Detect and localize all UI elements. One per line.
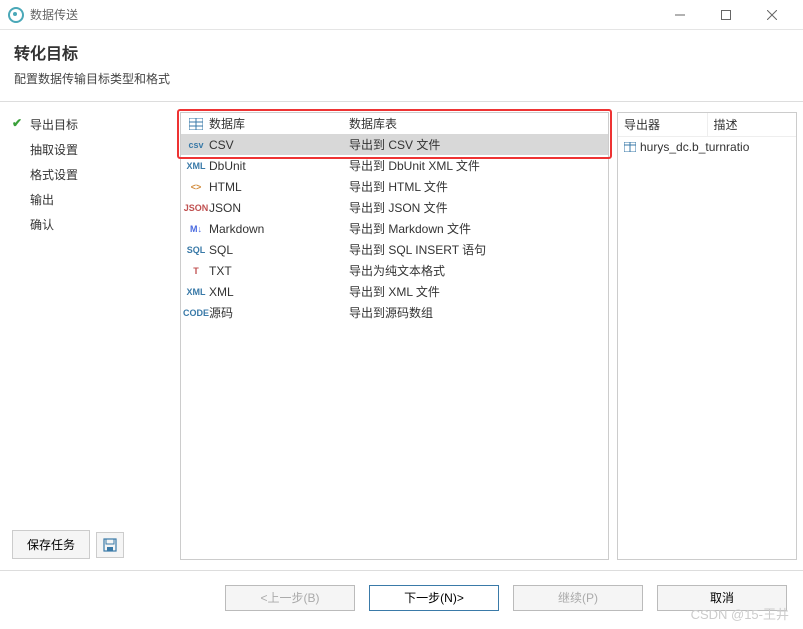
format-row-sql[interactable]: SQL SQL 导出到 SQL INSERT 语句 bbox=[181, 239, 608, 260]
body: 导出目标 抽取设置 格式设置 输出 确认 保存任务 数据库 数据库表 csv bbox=[0, 102, 803, 570]
page-title: 转化目标 bbox=[14, 40, 789, 64]
format-row-dbunit[interactable]: XML DbUnit 导出到 DbUnit XML 文件 bbox=[181, 155, 608, 176]
exporter-col-name: 导出器 bbox=[618, 113, 708, 136]
save-task-button[interactable]: 保存任务 bbox=[12, 530, 90, 559]
save-task-icon-button[interactable] bbox=[96, 532, 124, 558]
format-name: JSON bbox=[209, 201, 349, 215]
code-icon: CODE bbox=[187, 308, 205, 318]
page-header: 转化目标 配置数据传输目标类型和格式 bbox=[0, 30, 803, 102]
format-desc: 导出为纯文本格式 bbox=[349, 262, 602, 279]
save-icon bbox=[103, 538, 117, 552]
format-list: 数据库 数据库表 csv CSV 导出到 CSV 文件 XML DbUnit 导… bbox=[181, 113, 608, 323]
format-name: Markdown bbox=[209, 222, 349, 236]
step-extract-settings[interactable]: 抽取设置 bbox=[0, 137, 180, 162]
format-desc: 数据库表 bbox=[349, 115, 602, 132]
window-title: 数据传送 bbox=[30, 6, 657, 23]
database-icon bbox=[187, 118, 205, 130]
txt-icon: T bbox=[187, 266, 205, 276]
maximize-button[interactable] bbox=[703, 0, 749, 30]
close-button[interactable] bbox=[749, 0, 795, 30]
page-subtitle: 配置数据传输目标类型和格式 bbox=[14, 70, 789, 87]
format-name: DbUnit bbox=[209, 159, 349, 173]
step-label: 输出 bbox=[30, 193, 54, 207]
format-row-txt[interactable]: T TXT 导出为纯文本格式 bbox=[181, 260, 608, 281]
format-name: SQL bbox=[209, 243, 349, 257]
markdown-icon: M↓ bbox=[187, 224, 205, 234]
format-name: HTML bbox=[209, 180, 349, 194]
back-button[interactable]: <上一步(B) bbox=[225, 585, 355, 611]
sql-icon: SQL bbox=[187, 245, 205, 255]
wizard-steps-sidebar: 导出目标 抽取设置 格式设置 输出 确认 保存任务 bbox=[0, 102, 180, 570]
format-desc: 导出到 XML 文件 bbox=[349, 283, 602, 300]
format-name: TXT bbox=[209, 264, 349, 278]
format-row-csv[interactable]: csv CSV 导出到 CSV 文件 bbox=[181, 134, 608, 155]
format-desc: 导出到 DbUnit XML 文件 bbox=[349, 157, 602, 174]
step-format-settings[interactable]: 格式设置 bbox=[0, 162, 180, 187]
html-icon: <> bbox=[187, 182, 205, 192]
wizard-footer: <上一步(B) 下一步(N)> 继续(P) 取消 bbox=[0, 570, 803, 624]
format-name: CSV bbox=[209, 138, 349, 152]
format-row-database[interactable]: 数据库 数据库表 bbox=[181, 113, 608, 134]
step-label: 导出目标 bbox=[30, 118, 78, 132]
exporter-item[interactable]: hurys_dc.b_turnratio bbox=[618, 137, 796, 157]
format-row-markdown[interactable]: M↓ Markdown 导出到 Markdown 文件 bbox=[181, 218, 608, 239]
format-name: 源码 bbox=[209, 304, 349, 321]
format-name: XML bbox=[209, 285, 349, 299]
format-desc: 导出到源码数组 bbox=[349, 304, 602, 321]
format-desc: 导出到 SQL INSERT 语句 bbox=[349, 241, 602, 258]
csv-icon: csv bbox=[187, 140, 205, 150]
exporter-item-label: hurys_dc.b_turnratio bbox=[640, 140, 749, 154]
format-row-json[interactable]: JSON JSON 导出到 JSON 文件 bbox=[181, 197, 608, 218]
continue-button[interactable]: 继续(P) bbox=[513, 585, 643, 611]
xml-icon: XML bbox=[187, 287, 205, 297]
close-icon bbox=[767, 10, 777, 20]
next-button[interactable]: 下一步(N)> bbox=[369, 585, 499, 611]
step-export-target[interactable]: 导出目标 bbox=[0, 112, 180, 137]
format-row-html[interactable]: <> HTML 导出到 HTML 文件 bbox=[181, 176, 608, 197]
format-name: 数据库 bbox=[209, 115, 349, 132]
format-desc: 导出到 Markdown 文件 bbox=[349, 220, 602, 237]
table-icon bbox=[624, 142, 636, 152]
step-label: 抽取设置 bbox=[30, 143, 78, 157]
format-desc: 导出到 HTML 文件 bbox=[349, 178, 602, 195]
titlebar: 数据传送 bbox=[0, 0, 803, 30]
main-area: 数据库 数据库表 csv CSV 导出到 CSV 文件 XML DbUnit 导… bbox=[180, 102, 803, 570]
save-task-row: 保存任务 bbox=[12, 530, 124, 559]
format-row-source[interactable]: CODE 源码 导出到源码数组 bbox=[181, 302, 608, 323]
format-list-panel: 数据库 数据库表 csv CSV 导出到 CSV 文件 XML DbUnit 导… bbox=[180, 112, 609, 560]
step-confirm[interactable]: 确认 bbox=[0, 212, 180, 237]
maximize-icon bbox=[721, 10, 731, 20]
minimize-button[interactable] bbox=[657, 0, 703, 30]
app-icon bbox=[8, 7, 24, 23]
exporter-panel: 导出器 描述 hurys_dc.b_turnratio bbox=[617, 112, 797, 560]
step-label: 确认 bbox=[30, 218, 54, 232]
window-controls bbox=[657, 0, 795, 30]
format-desc: 导出到 JSON 文件 bbox=[349, 199, 602, 216]
step-label: 格式设置 bbox=[30, 168, 78, 182]
json-icon: JSON bbox=[187, 203, 205, 213]
minimize-icon bbox=[675, 10, 685, 20]
exporter-col-desc: 描述 bbox=[708, 113, 797, 136]
xml-icon: XML bbox=[187, 161, 205, 171]
format-desc: 导出到 CSV 文件 bbox=[349, 136, 602, 153]
cancel-button[interactable]: 取消 bbox=[657, 585, 787, 611]
exporter-header: 导出器 描述 bbox=[618, 113, 796, 137]
format-row-xml[interactable]: XML XML 导出到 XML 文件 bbox=[181, 281, 608, 302]
step-output[interactable]: 输出 bbox=[0, 187, 180, 212]
